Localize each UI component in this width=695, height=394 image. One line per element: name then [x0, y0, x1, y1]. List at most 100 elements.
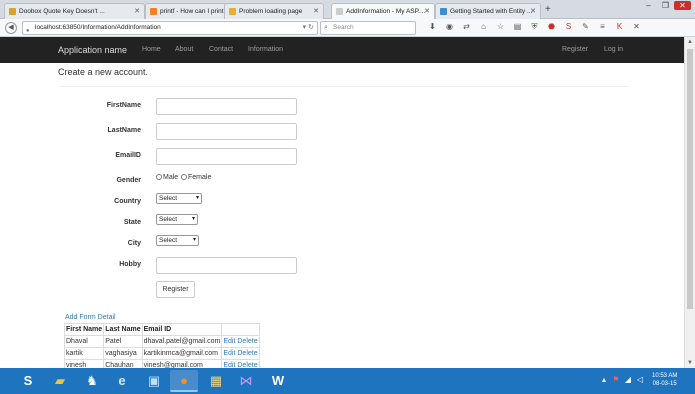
hobby-label: Hobby — [119, 261, 141, 268]
add-form-detail-link[interactable]: Add Form Detail — [65, 314, 116, 321]
page-icon — [336, 8, 343, 15]
email-label: EmailID — [115, 152, 141, 159]
maximize-button[interactable]: ❐ — [657, 1, 674, 10]
register-button[interactable]: Register — [156, 281, 195, 298]
cell-first-name: Dhaval — [63, 335, 105, 348]
gender-female-radio[interactable]: Female — [181, 174, 211, 181]
download-icon[interactable]: ⬇ — [424, 22, 441, 31]
search-input[interactable]: ⌕ Search — [320, 21, 416, 35]
country-label: Country — [114, 198, 141, 205]
gender-label: Gender — [116, 177, 141, 184]
information-table: First Name Last Name Email ID Dhaval Pat… — [63, 323, 260, 372]
minimize-button[interactable]: – — [640, 1, 657, 10]
chevron-down-icon: ▾ — [191, 216, 195, 222]
lastname-field[interactable] — [156, 123, 297, 140]
scrollbar-thumb[interactable] — [687, 49, 693, 309]
skype-icon[interactable]: S — [14, 370, 42, 392]
delete-link[interactable]: Delete — [237, 338, 257, 345]
elephant-icon[interactable]: ♞ — [78, 370, 106, 392]
hobby-field[interactable] — [156, 257, 297, 274]
nav-log-in[interactable]: Log in — [604, 46, 623, 53]
radio-label: Male — [163, 174, 179, 181]
browser-tab[interactable]: Getting Started with Entity ... ✕ — [435, 3, 541, 19]
system-tray: ▴ ⚑ ◢ ◁ — [598, 375, 646, 384]
warning-icon — [229, 8, 236, 15]
chevron-down-icon: ▾ — [195, 195, 199, 201]
browser-tab[interactable]: Doobox Quote Key Doesn't ... ✕ — [4, 3, 145, 19]
menu-icon[interactable]: ≡ — [594, 22, 611, 31]
delete-link[interactable]: Delete — [237, 350, 257, 357]
page-scrollbar[interactable]: ▲ ▼ — [684, 37, 695, 368]
clipboard-icon[interactable]: ▤ — [509, 22, 526, 31]
country-select[interactable]: Select ▾ — [156, 193, 202, 204]
file-manager-icon[interactable]: ▣ — [140, 370, 168, 392]
close-tab-icon[interactable]: ✕ — [424, 4, 430, 19]
brand-link[interactable]: Application name — [58, 45, 127, 55]
network-icon[interactable]: ◢ — [622, 375, 634, 384]
reload-icon[interactable]: ▾ ↻ — [303, 22, 314, 34]
nav-home[interactable]: Home — [142, 46, 161, 53]
close-icon[interactable]: ✕ — [628, 22, 645, 31]
column-header: First Name — [63, 323, 105, 336]
abp-icon[interactable]: ⬣ — [543, 22, 560, 31]
nav-register[interactable]: Register — [562, 46, 588, 53]
pen-icon[interactable]: ✎ — [577, 22, 594, 31]
edit-link[interactable]: Edit — [223, 338, 235, 345]
globe-icon: ● — [26, 28, 30, 34]
close-window-button[interactable]: ✕ — [674, 1, 691, 10]
file-explorer-icon[interactable]: ▦ — [202, 370, 230, 392]
shield-icon[interactable]: ⛨ — [526, 22, 543, 32]
tray-arrow-icon[interactable]: ▴ — [598, 375, 610, 384]
column-header: Email ID — [141, 323, 223, 336]
translate-icon[interactable]: ⇄ — [458, 22, 475, 31]
s-extension-icon[interactable]: S — [560, 22, 577, 31]
word-icon[interactable]: W — [264, 370, 292, 392]
table-row: kartik vaghasiya kartikinmca@gmail.com E… — [63, 347, 260, 360]
pocket-icon[interactable]: ◉ — [441, 22, 458, 31]
city-select[interactable]: Select ▾ — [156, 235, 199, 246]
email-field[interactable] — [156, 148, 297, 165]
scroll-up-arrow-icon[interactable]: ▲ — [687, 39, 693, 45]
windows-taskbar: S ▰ ♞ e ▣ ● ▦ ⋈ W ▴ ⚑ ◢ ◁ 10:53 AM 08-03-15 — [0, 368, 695, 394]
visual-studio-icon[interactable]: ⋈ — [232, 370, 260, 392]
state-select[interactable]: Select ▾ — [156, 214, 198, 225]
browser-tab-strip: Doobox Quote Key Doesn't ... ✕ printf - … — [0, 0, 695, 20]
cell-email: dhaval.patel@gmail.com — [141, 335, 223, 348]
tab-label: Doobox Quote Key Doesn't ... — [19, 8, 105, 15]
app-header: Application name Home About Contact Info… — [0, 37, 684, 63]
gender-male-radio[interactable]: Male — [156, 174, 178, 181]
column-header: Last Name — [103, 323, 143, 336]
nav-information[interactable]: Information — [248, 46, 283, 53]
taskbar-clock[interactable]: 10:53 AM 08-03-15 — [652, 372, 677, 388]
tray-flag-icon[interactable]: ⚑ — [610, 375, 622, 384]
new-tab-button[interactable]: + — [545, 3, 551, 16]
nav-contact[interactable]: Contact — [209, 46, 233, 53]
tab-label: Getting Started with Entity ... — [450, 8, 533, 15]
page-title: Create a new account. — [58, 67, 149, 77]
close-tab-icon[interactable]: ✕ — [313, 4, 319, 19]
bookmark-star-icon[interactable]: ☆ — [492, 22, 509, 31]
firefox-icon[interactable]: ● — [170, 370, 198, 392]
cell-last-name: vaghasiya — [103, 347, 143, 360]
internet-explorer-icon[interactable]: e — [108, 370, 136, 392]
scroll-down-arrow-icon[interactable]: ▼ — [687, 360, 693, 366]
cell-actions: Edit Delete — [221, 335, 260, 348]
browser-tab[interactable]: Problem loading page ✕ — [224, 3, 324, 19]
volume-icon[interactable]: ◁ — [634, 375, 646, 384]
tab-label: AddInformation - My ASP.... — [346, 8, 426, 15]
edit-link[interactable]: Edit — [223, 350, 235, 357]
lastname-label: LastName — [107, 127, 141, 134]
country-select-value: Select — [159, 195, 178, 202]
home-icon[interactable]: ⌂ — [475, 22, 492, 31]
radio-label: Female — [188, 174, 212, 181]
url-bar[interactable]: ● localhost:63850/Information/AddInforma… — [22, 21, 318, 35]
close-tab-icon[interactable]: ✕ — [530, 4, 536, 19]
cell-email: kartikinmca@gmail.com — [141, 347, 223, 360]
browser-tab-active[interactable]: AddInformation - My ASP.... ✕ — [331, 3, 435, 20]
nav-about[interactable]: About — [175, 46, 193, 53]
folder-icon[interactable]: ▰ — [46, 370, 74, 392]
back-arrow-icon[interactable]: ◀ — [5, 22, 17, 34]
k-extension-icon[interactable]: K — [611, 22, 628, 31]
close-tab-icon[interactable]: ✕ — [134, 4, 140, 19]
firstname-field[interactable] — [156, 98, 297, 115]
